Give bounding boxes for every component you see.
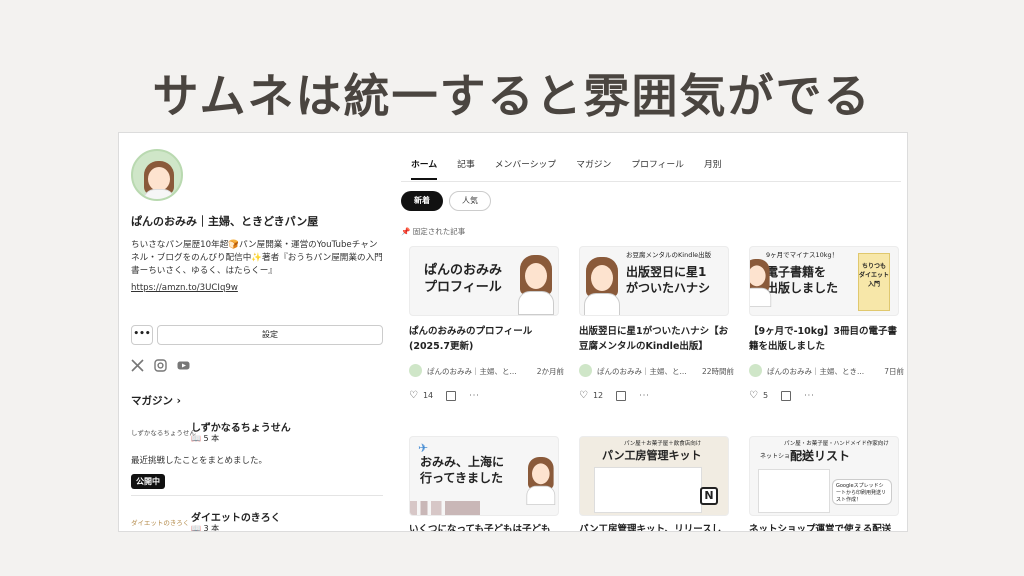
airplane-icon: ✈ xyxy=(418,441,429,455)
social-links xyxy=(131,357,190,372)
article-title[interactable]: 【9ヶ月で-10kg】3冊目の電子書籍を出版しました xyxy=(749,324,904,354)
tab-membership[interactable]: メンバーシップ xyxy=(495,157,556,180)
x-icon[interactable] xyxy=(131,357,144,372)
city-skyline xyxy=(410,501,480,515)
article-reactions: ♡ 12 ··· xyxy=(579,390,650,401)
heart-icon[interactable]: ♡ xyxy=(409,390,418,401)
magazine-title[interactable]: しずかなるちょうせん xyxy=(191,419,291,434)
magazine-count: 📖 5 本 xyxy=(191,434,220,443)
avatar xyxy=(409,364,422,377)
screenshot-preview xyxy=(594,467,702,513)
screenshot-frame: ぱんのおみみ｜主婦、ときどきパン屋 ちいさなパン屋歴10年超🍞パン屋開業・運営の… xyxy=(118,132,908,532)
note-bubble: Googleスプレッドシートから印刷用発送リスト作成！ xyxy=(832,479,892,505)
chevron-right-icon: › xyxy=(176,395,181,407)
magazine-desc: 最近挑戦したことをまとめました。 xyxy=(131,456,268,466)
book-icon: 📖 xyxy=(191,524,201,532)
notion-icon: N xyxy=(700,487,718,505)
profile-name: ぱんのおみみ｜主婦、ときどきパン屋 xyxy=(131,215,319,228)
pin-icon: 📌 xyxy=(401,227,411,236)
article-thumbnail[interactable]: ぱんのおみみ プロフィール xyxy=(409,246,559,316)
youtube-icon[interactable] xyxy=(177,357,190,370)
bookmark-icon[interactable] xyxy=(616,390,627,401)
tab-divider xyxy=(401,181,901,182)
article-title[interactable]: 出版翌日に星1がついたハナシ【お豆腐メンタルのKindle出版】 xyxy=(579,324,734,354)
article-thumbnail[interactable]: パン屋＋お菓子屋＋飲食店向け パン工房管理キット N xyxy=(579,436,729,516)
profile-bio: ちいさなパン屋歴10年超🍞パン屋開業・運営のYouTubeチャンネル・ブログをの… xyxy=(131,240,383,276)
screenshot-preview xyxy=(758,469,830,513)
article-thumbnail[interactable]: 9ヶ月でマイナス10kg！ 電子書籍を 出版しました ちりつもダイエット入門 xyxy=(749,246,899,316)
headline: サムネは統一すると雰囲気がでる xyxy=(152,69,872,123)
magazine-heading[interactable]: マガジン › xyxy=(131,393,181,408)
article-thumbnail[interactable]: ✈ おみみ、上海に 行ってきました xyxy=(409,436,559,516)
more-icon[interactable]: ··· xyxy=(469,391,480,400)
tab-articles[interactable]: 記事 xyxy=(457,157,475,180)
magazine-count: 📖 3 本 xyxy=(191,524,220,532)
avatar[interactable] xyxy=(131,149,183,201)
article-title[interactable]: いくつになっても子どもは子ども xyxy=(409,522,564,531)
book-cover: ちりつもダイエット入門 xyxy=(858,253,890,311)
article-thumbnail[interactable]: お豆腐メンタルのKindle出版 出版翌日に星1 がついたハナシ xyxy=(579,246,729,316)
article-author: ぱんのおみみ｜主婦、と... 2か月前 xyxy=(409,364,564,378)
tab-profile[interactable]: プロフィール xyxy=(631,157,684,180)
more-button[interactable]: ••• xyxy=(131,325,153,345)
article-title[interactable]: ぱんのおみみのプロフィール(2025.7更新) xyxy=(409,324,564,354)
article-title[interactable]: パン工房管理キット、リリースし xyxy=(579,522,734,531)
book-icon: 📖 xyxy=(191,434,201,443)
article-reactions: ♡ 14 ··· xyxy=(409,390,480,401)
magazine-logo: ダイエットのきろく xyxy=(131,519,190,527)
avatar xyxy=(749,364,762,377)
settings-button[interactable]: 設定 xyxy=(157,325,383,345)
article-thumbnail[interactable]: パン屋・お菓子屋・ハンドメイド作家向け ネットショップ用 配送リスト Googl… xyxy=(749,436,899,516)
tab-magazine[interactable]: マガジン xyxy=(576,157,611,180)
profile-link[interactable]: https://amzn.to/3UCIq9w xyxy=(131,283,238,293)
avatar xyxy=(579,364,592,377)
status-badge: 公開中 xyxy=(131,474,165,489)
article-title[interactable]: ネットショップ運営で使える配送 xyxy=(749,522,904,531)
filter-popular-button[interactable]: 人気 xyxy=(449,191,491,211)
pinned-label: 📌 固定された記事 xyxy=(401,227,466,236)
magazine-logo: しずかなるちょうせん xyxy=(131,429,196,437)
heart-icon[interactable]: ♡ xyxy=(579,390,588,401)
tab-home[interactable]: ホーム xyxy=(411,157,438,180)
tab-monthly[interactable]: 月別 xyxy=(704,157,722,180)
bookmark-icon[interactable] xyxy=(781,390,792,401)
filter-new-button[interactable]: 新着 xyxy=(401,191,443,211)
instagram-icon[interactable] xyxy=(154,357,167,372)
magazine-title[interactable]: ダイエットのきろく xyxy=(191,509,281,524)
heart-icon[interactable]: ♡ xyxy=(749,390,758,401)
article-author: ぱんのおみみ｜主婦、とき... 7日前 xyxy=(749,364,904,378)
bookmark-icon[interactable] xyxy=(446,390,457,401)
tab-bar: ホーム 記事 メンバーシップ マガジン プロフィール 月別 xyxy=(411,157,742,180)
profile-panel: ぱんのおみみ｜主婦、ときどきパン屋 ちいさなパン屋歴10年超🍞パン屋開業・運営の… xyxy=(131,133,383,532)
more-icon[interactable]: ··· xyxy=(804,391,815,400)
article-author: ぱんのおみみ｜主婦、と... 22時間前 xyxy=(579,364,734,378)
divider xyxy=(131,495,383,496)
more-icon[interactable]: ··· xyxy=(639,391,650,400)
article-reactions: ♡ 5 ··· xyxy=(749,390,815,401)
